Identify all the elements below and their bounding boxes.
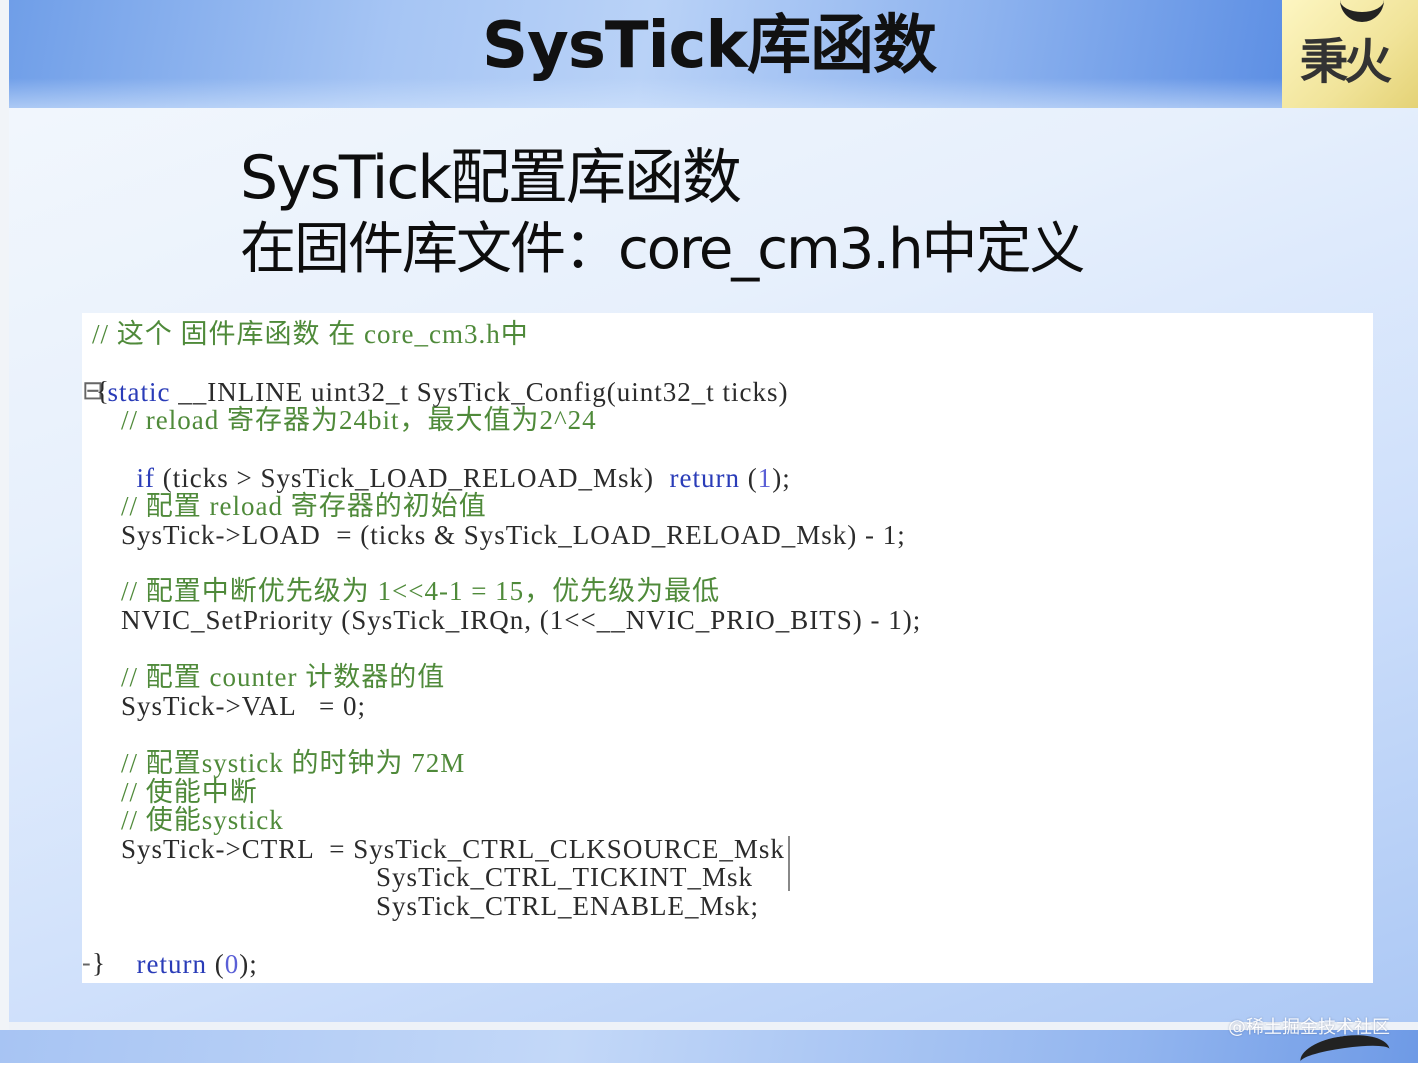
- footer-band: [0, 1030, 1418, 1063]
- collapse-marker-close: -: [82, 948, 91, 977]
- footer-divider: [9, 1022, 1418, 1030]
- logo-text: 秉火: [1300, 34, 1392, 90]
- code-comment-counter: // 配置 counter 计数器的值: [121, 662, 446, 692]
- code-open-brace: {: [96, 376, 110, 406]
- slide-title: SysTick库函数: [482, 9, 937, 83]
- code-return-zero: (0);: [206, 949, 258, 979]
- subtitle-line-1: SysTick配置库函数: [240, 143, 742, 213]
- code-comment-priority: // 配置中断优先级为 1<<4-1 = 15，优先级为最低: [121, 576, 721, 606]
- subtitle-line-2: 在固件库文件：core_cm3.h中定义: [240, 217, 1086, 282]
- code-keyword-static: static: [107, 377, 171, 407]
- code-keyword-if: if: [136, 463, 155, 493]
- code-return-value: (1);: [739, 463, 791, 493]
- code-if-statement: if (ticks > SysTick_LOAD_RELOAD_Msk) ret…: [121, 435, 791, 493]
- code-comment-reload: // reload 寄存器为24bit，最大值为2^24: [121, 405, 597, 435]
- code-ctrl-enable: SysTick_CTRL_ENABLE_Msk;: [376, 891, 760, 921]
- code-pipe-marker: [788, 836, 790, 891]
- code-comment-clock: // 配置systick 的时钟为 72M: [121, 748, 466, 778]
- slide-left-edge: [0, 0, 9, 1063]
- code-comment-enable-int: // 使能中断: [121, 777, 258, 807]
- code-keyword-return-final: return: [136, 949, 207, 979]
- watermark: @稀土掘金技术社区: [1228, 1017, 1390, 1038]
- code-ctrl-tickint: SysTick_CTRL_TICKINT_Msk: [376, 862, 754, 892]
- code-ctrl-assign: SysTick->CTRL = SysTick_CTRL_CLKSOURCE_M…: [121, 834, 785, 864]
- code-comment-enable-systick: // 使能systick: [121, 805, 284, 835]
- code-if-condition: (ticks > SysTick_LOAD_RELOAD_Msk): [155, 463, 670, 493]
- code-close-brace: }: [92, 948, 106, 978]
- code-function-signature: static __INLINE uint32_t SysTick_Config(…: [92, 349, 789, 407]
- code-return-statement: return (0);: [121, 921, 258, 979]
- code-val-assign: SysTick->VAL = 0;: [121, 691, 367, 721]
- code-keyword-return: return: [669, 463, 740, 493]
- code-load-assign: SysTick->LOAD = (ticks & SysTick_LOAD_RE…: [121, 520, 906, 550]
- code-nvic-setpriority: NVIC_SetPriority (SysTick_IRQn, (1<<__NV…: [121, 605, 922, 635]
- code-signature-rest: __INLINE uint32_t SysTick_Config(uint32_…: [170, 377, 789, 407]
- code-comment-reload-init: // 配置 reload 寄存器的初始值: [121, 491, 487, 521]
- code-comment-header: // 这个 固件库函数 在 core_cm3.h中: [92, 319, 529, 349]
